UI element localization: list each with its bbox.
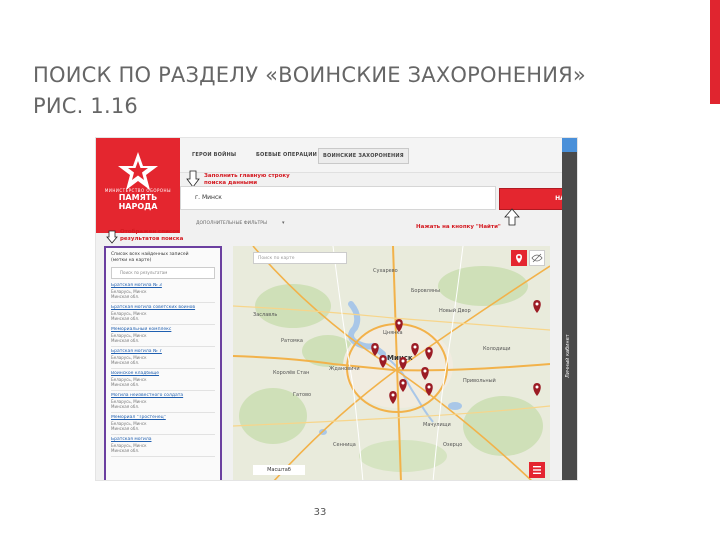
nav-heroes[interactable]: ГЕРОИ ВОЙНЫ xyxy=(188,148,240,162)
burial-marker[interactable] xyxy=(389,391,397,404)
annotation-shown-line2: результатов поиска xyxy=(120,236,184,242)
annotation-press: Нажать на кнопку "Найти" xyxy=(416,224,501,230)
page-number: 33 xyxy=(313,507,327,518)
result-line: Минская обл. xyxy=(111,404,140,409)
result-line: Минская обл. xyxy=(111,426,140,431)
additional-filters-link[interactable]: ДОПОЛНИТЕЛЬНЫЕ ФИЛЬТРЫ xyxy=(196,221,267,226)
map-search-input[interactable]: Поиск по карте xyxy=(253,252,347,264)
right-sidebar: Личный кабинет xyxy=(562,138,577,480)
nav-operations[interactable]: БОЕВЫЕ ОПЕРАЦИИ xyxy=(252,148,321,162)
slide-title-line2: РИС. 1.16 xyxy=(33,94,138,118)
results-panel: Список всех найденных записей (метки на … xyxy=(104,246,222,480)
burial-marker[interactable] xyxy=(395,319,403,332)
burial-marker[interactable] xyxy=(533,300,541,313)
burial-marker[interactable] xyxy=(533,383,541,396)
personal-account-link[interactable]: Личный кабинет xyxy=(565,298,575,378)
result-line: Минская обл. xyxy=(111,448,140,453)
main-search-input[interactable]: г. Минск xyxy=(180,186,496,210)
burial-marker[interactable] xyxy=(421,367,429,380)
slide-title: ПОИСК ПО РАЗДЕЛУ «ВОИНСКИЕ ЗАХОРОНЕНИЯ» … xyxy=(33,60,673,122)
website-screenshot: МИНИСТЕРСТВО ОБОРОНЫ ПАМЯТЬ НАРОДА ГЕРОИ… xyxy=(95,137,578,481)
annotation-shown-line1: Отображен список xyxy=(120,229,180,235)
list-icon xyxy=(533,466,541,474)
results-header: Список всех найденных записей (метки на … xyxy=(111,252,215,264)
burial-marker[interactable] xyxy=(399,357,407,370)
result-item[interactable]: Могила неизвестного солдата Беларусь, Ми… xyxy=(111,391,215,413)
result-line: Минская обл. xyxy=(111,316,140,321)
eye-off-icon xyxy=(531,253,543,263)
burial-marker[interactable] xyxy=(425,347,433,360)
burial-marker[interactable] xyxy=(411,343,419,356)
result-item[interactable]: Братская могила № 7 Беларусь, Минск Минс… xyxy=(111,347,215,369)
location-pin-icon xyxy=(516,254,522,263)
star-icon xyxy=(118,152,158,190)
top-navigation: ГЕРОИ ВОЙНЫ БОЕВЫЕ ОПЕРАЦИИ ВОИНСКИЕ ЗАХ… xyxy=(180,138,562,173)
arrow-up-icon xyxy=(504,208,520,226)
results-search-input[interactable]: Поиск по результатам xyxy=(111,267,215,279)
list-view-button[interactable] xyxy=(529,462,545,478)
result-item[interactable]: Братская могила советских воинов Беларус… xyxy=(111,303,215,325)
result-item[interactable]: Братская могила № 3 Беларусь, Минск Минс… xyxy=(111,281,215,303)
burial-marker[interactable] xyxy=(371,343,379,356)
site-logo[interactable]: МИНИСТЕРСТВО ОБОРОНЫ ПАМЯТЬ НАРОДА xyxy=(96,138,180,233)
hide-markers-button[interactable] xyxy=(529,250,545,266)
chevron-down-icon[interactable]: ▾ xyxy=(282,220,285,226)
logo-line2: НАРОДА xyxy=(118,202,158,211)
search-row: г. Минск НАЙТИ xyxy=(180,186,577,210)
map-view[interactable]: Минск Сухарево Колодищи Боровляны Заслав… xyxy=(233,246,550,480)
annotation-fill-line1: Заполнить главную строку xyxy=(204,173,290,179)
map-markers xyxy=(371,300,541,404)
result-line: Минская обл. xyxy=(111,294,140,299)
slide-title-line1: ПОИСК ПО РАЗДЕЛУ «ВОИНСКИЕ ЗАХОРОНЕНИЯ» xyxy=(33,63,586,87)
nav-burials[interactable]: ВОИНСКИЕ ЗАХОРОНЕНИЯ xyxy=(318,148,409,164)
result-line: Минская обл. xyxy=(111,338,140,343)
location-button[interactable] xyxy=(511,250,527,266)
logo-line1: ПАМЯТЬ xyxy=(118,193,158,202)
results-header-line2: (метки на карте) xyxy=(111,258,152,263)
burial-marker[interactable] xyxy=(425,383,433,396)
result-item[interactable]: Воинское кладбище Беларусь, Минск Минска… xyxy=(111,369,215,391)
result-item[interactable]: Мемориальный комплекс Беларусь, Минск Ми… xyxy=(111,325,215,347)
burial-marker[interactable] xyxy=(399,379,407,392)
burial-marker[interactable] xyxy=(379,355,387,368)
map-scale: Масштаб xyxy=(253,465,305,475)
result-line: Минская обл. xyxy=(111,360,140,365)
result-item[interactable]: Братская могила Беларусь, Минск Минская … xyxy=(111,435,215,457)
accent-bar xyxy=(710,0,720,104)
result-item[interactable]: Мемориал "Тростенец" Беларусь, Минск Мин… xyxy=(111,413,215,435)
sidebar-top-strip[interactable] xyxy=(562,138,577,152)
logo-title: ПАМЯТЬ НАРОДА xyxy=(96,193,180,211)
result-line: Минская обл. xyxy=(111,382,140,387)
annotation-shown: Отображен список результатов поиска xyxy=(120,229,183,243)
arrow-down-small-icon xyxy=(106,230,118,244)
annotation-fill: Заполнить главную строку поиска данными xyxy=(204,173,290,187)
